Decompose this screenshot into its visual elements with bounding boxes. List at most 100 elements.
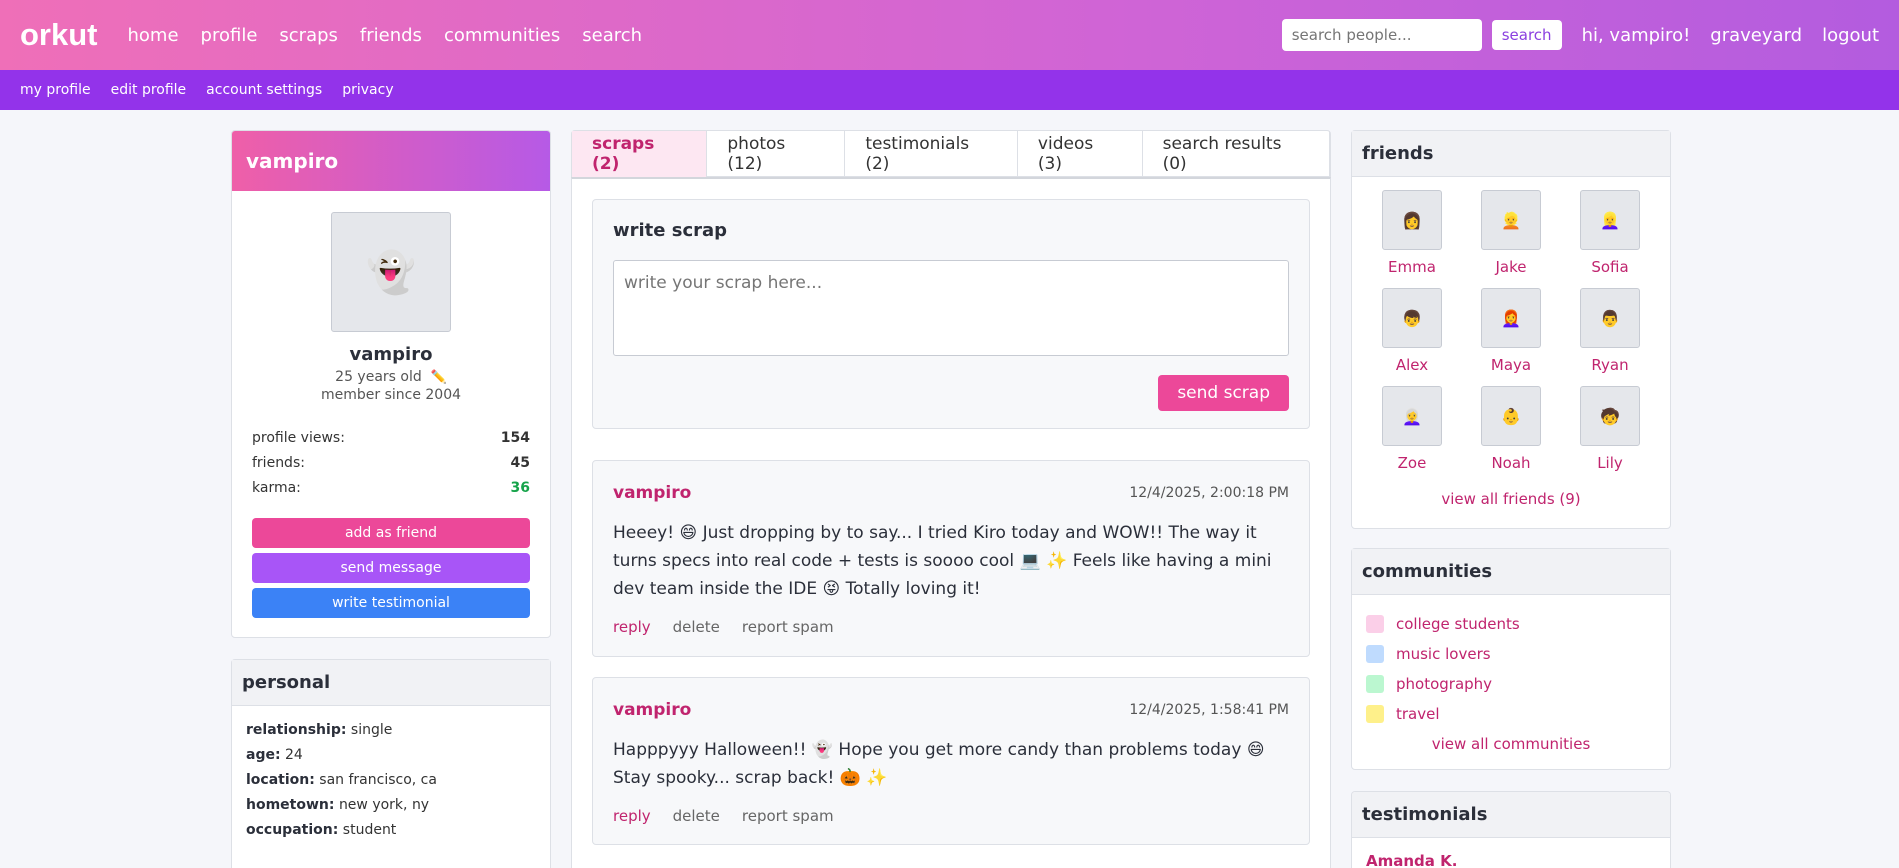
person-icon: 👨 — [1600, 308, 1620, 328]
scrap-author[interactable]: vampiro — [613, 483, 691, 503]
person-icon: 🧒 — [1600, 406, 1620, 426]
nav-search[interactable]: search — [582, 25, 642, 46]
testimonial-author[interactable]: Amanda K. — [1352, 838, 1670, 868]
scrap-timestamp: 12/4/2025, 1:58:41 PM — [1129, 702, 1289, 718]
delete-link[interactable]: delete — [673, 618, 720, 636]
ghost-icon: 👻 — [366, 249, 416, 296]
logo[interactable]: orkut — [20, 17, 98, 53]
friend-name[interactable]: Jake — [1462, 258, 1561, 276]
logout-link[interactable]: logout — [1822, 25, 1879, 46]
subnav-account-settings[interactable]: account settings — [206, 82, 322, 98]
write-testimonial-button[interactable]: write testimonial — [252, 588, 530, 618]
community-icon — [1366, 615, 1384, 633]
subnav-my-profile[interactable]: my profile — [20, 82, 91, 98]
friend-item[interactable]: 👦 Alex — [1363, 288, 1462, 374]
subnav-edit-profile[interactable]: edit profile — [111, 82, 187, 98]
community-icon — [1366, 705, 1384, 723]
friend-avatar[interactable]: 👩‍🦰 — [1481, 288, 1541, 348]
friend-name[interactable]: Sofia — [1561, 258, 1660, 276]
friend-avatar[interactable]: 👱 — [1481, 190, 1541, 250]
graveyard-link[interactable]: graveyard — [1710, 25, 1802, 46]
profile-card: vampiro 👻 vampiro 25 years old ✏️ member… — [231, 130, 551, 638]
friend-item[interactable]: 👩‍🦳 Zoe — [1363, 386, 1462, 472]
profile-age: 25 years old ✏️ — [335, 369, 447, 385]
field-age: age: 24 — [246, 747, 303, 763]
community-item[interactable]: travel — [1366, 699, 1656, 729]
tab-photos[interactable]: photos (12) — [707, 131, 846, 177]
friend-name[interactable]: Zoe — [1363, 454, 1462, 472]
friend-name[interactable]: Lily — [1561, 454, 1660, 472]
subnav-privacy[interactable]: privacy — [342, 82, 393, 98]
stat-profile-views: profile views: 154 — [252, 429, 530, 446]
personal-panel: personal relationship: single age: 24 lo… — [231, 659, 551, 868]
reply-link[interactable]: reply — [613, 618, 651, 636]
tab-videos[interactable]: videos (3) — [1018, 131, 1143, 177]
write-scrap-title: write scrap — [613, 220, 728, 241]
profile-header: vampiro — [232, 131, 550, 191]
friend-item[interactable]: 👱‍♀️ Sofia — [1561, 190, 1660, 276]
scrap-author[interactable]: vampiro — [613, 700, 691, 720]
profile-stats: profile views: 154 friends: 45 karma: 36 — [252, 425, 530, 500]
community-name[interactable]: travel — [1396, 705, 1440, 723]
friend-avatar[interactable]: 👨 — [1580, 288, 1640, 348]
community-item[interactable]: college students — [1366, 609, 1656, 639]
field-location: location: san francisco, ca — [246, 772, 437, 788]
scrap-item: vampiro 12/4/2025, 2:00:18 PM Heeey! 😄 J… — [592, 460, 1310, 657]
nav-friends[interactable]: friends — [360, 25, 422, 46]
nav-scraps[interactable]: scraps — [279, 25, 338, 46]
report-spam-link[interactable]: report spam — [742, 807, 834, 825]
nav-communities[interactable]: communities — [444, 25, 560, 46]
delete-link[interactable]: delete — [673, 807, 720, 825]
friends-title: friends — [1352, 131, 1670, 177]
view-all-communities-link[interactable]: view all communities — [1352, 735, 1670, 753]
person-icon: 👩 — [1402, 210, 1422, 230]
friend-item[interactable]: 👱 Jake — [1462, 190, 1561, 276]
friend-item[interactable]: 🧒 Lily — [1561, 386, 1660, 472]
friend-avatar[interactable]: 👶 — [1481, 386, 1541, 446]
field-relationship: relationship: single — [246, 722, 393, 738]
scrap-textarea[interactable] — [613, 260, 1289, 356]
top-navbar: orkut home profile scraps friends commun… — [0, 0, 1899, 70]
friend-name[interactable]: Alex — [1363, 356, 1462, 374]
community-item[interactable]: music lovers — [1366, 639, 1656, 669]
community-name[interactable]: photography — [1396, 675, 1492, 693]
search-people-input[interactable] — [1281, 19, 1482, 51]
add-friend-button[interactable]: add as friend — [252, 518, 530, 548]
friend-name[interactable]: Ryan — [1561, 356, 1660, 374]
friend-avatar[interactable]: 🧒 — [1580, 386, 1640, 446]
community-name[interactable]: music lovers — [1396, 645, 1491, 663]
friend-avatar[interactable]: 👱‍♀️ — [1580, 190, 1640, 250]
tab-scraps[interactable]: scraps (2) — [572, 131, 708, 177]
scrap-actions: reply delete report spam — [613, 618, 834, 636]
friend-name[interactable]: Maya — [1462, 356, 1561, 374]
tab-testimonials[interactable]: testimonials (2) — [845, 131, 1018, 177]
view-all-friends-link[interactable]: view all friends (9) — [1352, 490, 1670, 508]
search-button[interactable]: search — [1491, 20, 1562, 50]
friend-name[interactable]: Emma — [1363, 258, 1462, 276]
greeting: hi, vampiro! — [1581, 24, 1691, 46]
friend-avatar[interactable]: 👦 — [1382, 288, 1442, 348]
community-name[interactable]: college students — [1396, 615, 1520, 633]
personal-title: personal — [232, 660, 550, 706]
friend-avatar[interactable]: 👩‍🦳 — [1382, 386, 1442, 446]
friend-item[interactable]: 👶 Noah — [1462, 386, 1561, 472]
reply-link[interactable]: reply — [613, 807, 651, 825]
friend-name[interactable]: Noah — [1462, 454, 1561, 472]
pencil-icon[interactable]: ✏️ — [431, 370, 447, 385]
community-item[interactable]: photography — [1366, 669, 1656, 699]
nav-home[interactable]: home — [128, 25, 179, 46]
send-scrap-button[interactable]: send scrap — [1158, 375, 1289, 411]
scrap-item: vampiro 12/4/2025, 1:58:41 PM Happpyyy H… — [592, 677, 1310, 845]
friend-avatar[interactable]: 👩 — [1382, 190, 1442, 250]
communities-panel: communities college students music lovers… — [1351, 548, 1671, 770]
friends-panel: friends 👩 Emma 👱 Jake 👱‍♀️ Sofia 👦 Alex 👩‍🦰 Maya 👨… — [1351, 130, 1671, 529]
report-spam-link[interactable]: report spam — [742, 618, 834, 636]
nav-profile[interactable]: profile — [201, 25, 258, 46]
friend-item[interactable]: 👩 Emma — [1363, 190, 1462, 276]
friend-item[interactable]: 👩‍🦰 Maya — [1462, 288, 1561, 374]
testimonials-title: testimonials — [1352, 792, 1670, 838]
tab-search-results[interactable]: search results (0) — [1143, 131, 1330, 177]
avatar: 👻 — [331, 212, 451, 332]
friend-item[interactable]: 👨 Ryan — [1561, 288, 1660, 374]
send-message-button[interactable]: send message — [252, 553, 530, 583]
